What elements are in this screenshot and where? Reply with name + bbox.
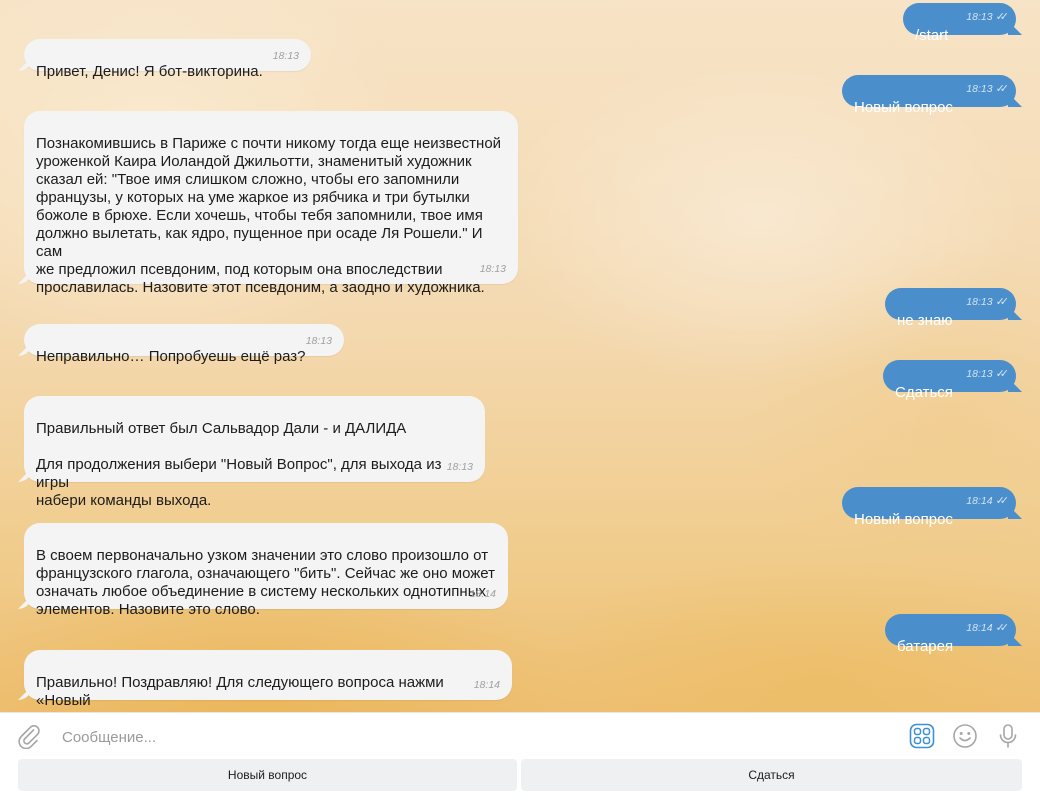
outgoing-message[interactable]: Новый вопрос 18:13 ✓✓ [842, 75, 1016, 116]
emoji-icon[interactable] [952, 723, 978, 749]
bot-keyboard-icon[interactable] [909, 723, 935, 749]
message-list[interactable]: /start 18:13 ✓✓ Привет, Денис! Я бот-викт… [0, 0, 1040, 712]
new-question-button[interactable]: Новый вопрос [18, 759, 517, 791]
double-check-icon: ✓✓ [995, 11, 1010, 23]
incoming-message[interactable]: Познакомившись в Париже с почти никому т… [24, 111, 518, 296]
message-text: Новый вопрос [854, 511, 953, 528]
message-meta: 18:13 ✓✓ [966, 365, 1010, 383]
message-text: В своем первоначально узком значении это… [36, 547, 496, 618]
button-label: Сдаться [748, 768, 795, 782]
message-time: 18:14 [966, 622, 993, 634]
message-text: Неправильно… Попробуешь ещё раз? [36, 348, 306, 365]
incoming-message[interactable]: Правильный ответ был Сальвадор Дали - и … [24, 396, 485, 509]
message-time: 18:14 [966, 495, 993, 507]
message-text: Новый вопрос [854, 99, 953, 116]
microphone-icon[interactable] [995, 723, 1021, 749]
incoming-message[interactable]: Правильно! Поздравляю! Для следующего во… [24, 650, 512, 712]
bot-reply-keyboard: Новый вопрос Сдаться [0, 758, 1040, 800]
double-check-icon: ✓✓ [995, 622, 1010, 634]
message-text: Привет, Денис! Я бот-викторина. [36, 63, 263, 80]
double-check-icon: ✓✓ [995, 368, 1010, 380]
message-composer [0, 712, 1040, 758]
button-label: Новый вопрос [227, 768, 308, 782]
message-time: 18:13 [305, 335, 332, 347]
outgoing-message[interactable]: батарея 18:14 ✓✓ [885, 614, 1016, 655]
message-text: Сдаться [895, 384, 953, 401]
outgoing-message[interactable]: Сдаться 18:13 ✓✓ [883, 360, 1016, 401]
message-time: 18:13 [966, 368, 993, 380]
message-text: /start [915, 27, 949, 44]
message-text: не знаю [897, 312, 953, 329]
message-time: 18:13 [479, 263, 506, 275]
outgoing-message[interactable]: не знаю 18:13 ✓✓ [885, 288, 1016, 329]
outgoing-message[interactable]: /start 18:13 ✓✓ [903, 3, 1016, 44]
message-meta: 18:14 ✓✓ [966, 492, 1010, 510]
message-text: Познакомившись в Париже с почти никому т… [36, 135, 502, 296]
message-time: 18:14 [469, 588, 496, 600]
incoming-message[interactable]: Привет, Денис! Я бот-викторина. 18:13 [24, 39, 311, 80]
message-time: 18:13 [966, 296, 993, 308]
message-time: 18:13 [446, 461, 473, 473]
message-time: 18:13 [966, 11, 993, 23]
outgoing-message[interactable]: Новый вопрос 18:14 ✓✓ [842, 487, 1016, 528]
give-up-button[interactable]: Сдаться [521, 759, 1022, 791]
message-meta: 18:13 ✓✓ [966, 80, 1010, 98]
telegram-chat-window: /start 18:13 ✓✓ Привет, Денис! Я бот-викт… [0, 0, 1040, 800]
paperclip-icon[interactable] [16, 723, 42, 749]
message-text: батарея [897, 638, 954, 655]
message-time: 18:13 [966, 83, 993, 95]
message-meta: 18:13 ✓✓ [966, 293, 1010, 311]
double-check-icon: ✓✓ [995, 83, 1010, 95]
incoming-message[interactable]: В своем первоначально узком значении это… [24, 523, 508, 618]
message-meta: 18:13 ✓✓ [966, 8, 1010, 26]
incoming-message[interactable]: Неправильно… Попробуешь ещё раз? 18:13 [24, 324, 344, 365]
message-time: 18:13 [272, 50, 299, 62]
message-meta: 18:14 ✓✓ [966, 619, 1010, 637]
double-check-icon: ✓✓ [995, 296, 1010, 308]
message-text: Правильный ответ был Сальвадор Дали - и … [36, 420, 442, 509]
message-input[interactable] [60, 722, 884, 752]
message-time: 18:14 [473, 679, 500, 691]
double-check-icon: ✓✓ [995, 495, 1010, 507]
message-text: Правильно! Поздравляю! Для следующего во… [36, 674, 444, 712]
